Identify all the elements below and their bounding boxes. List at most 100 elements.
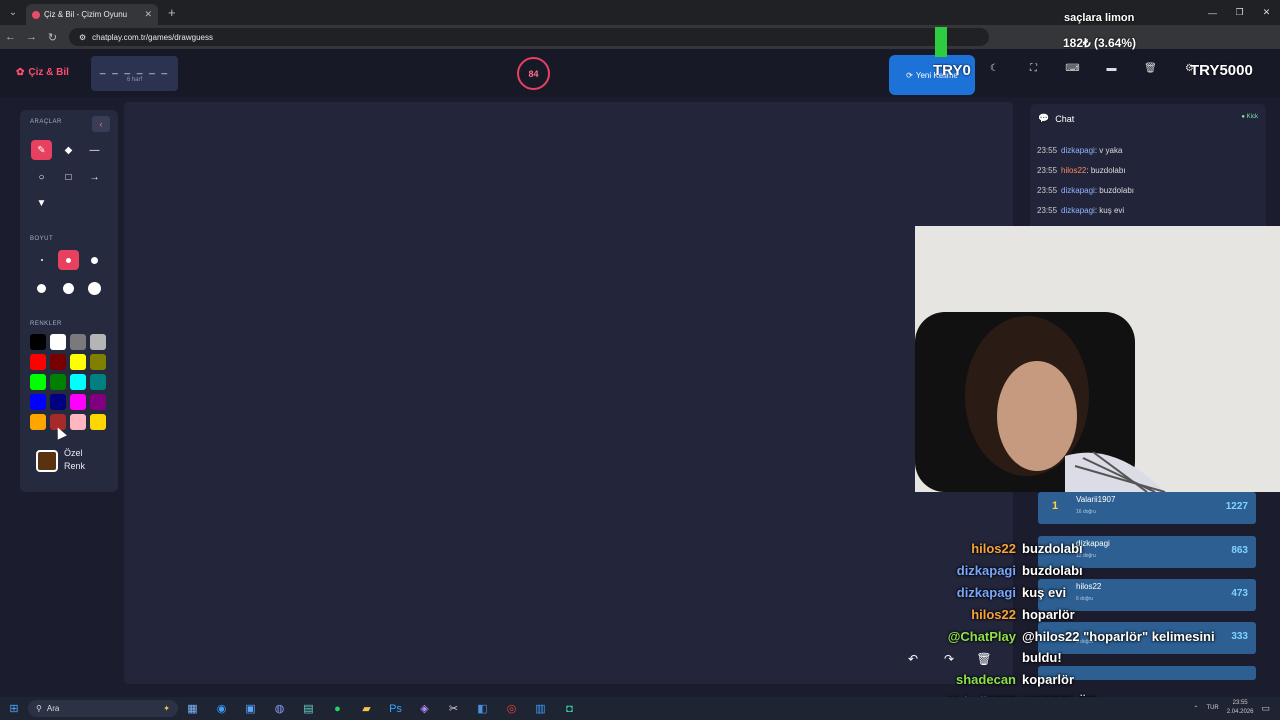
app-icon[interactable]: ◈: [410, 702, 439, 715]
color-swatch[interactable]: [30, 374, 46, 390]
size-xxl[interactable]: [84, 278, 105, 298]
taskbar-search[interactable]: ⚲ Ara ✦: [28, 700, 178, 717]
undo-icon[interactable]: ↶: [903, 650, 923, 668]
task-view-icon[interactable]: ▦: [178, 702, 207, 715]
color-swatch[interactable]: [70, 334, 86, 350]
tray-chevron-icon[interactable]: ⌃: [1193, 705, 1198, 712]
fill-bucket-tool[interactable]: ▼: [31, 193, 52, 213]
trash-icon[interactable]: 🗑: [1141, 63, 1160, 74]
color-swatch[interactable]: [90, 414, 106, 430]
brush-tool[interactable]: ✎: [31, 140, 52, 160]
color-swatch[interactable]: [70, 414, 86, 430]
chat-panel: 💬 Chat ● Kick 23:55 dizkapagi: v yaka 23:…: [1030, 104, 1266, 232]
copilot-icon: ✦: [163, 704, 170, 713]
chat-platform-badge: ● Kick: [1241, 114, 1258, 120]
photoshop-icon[interactable]: Ps: [381, 703, 410, 715]
palette-icon: ✿: [16, 67, 25, 78]
clock[interactable]: 23:55 2.04.2026: [1227, 699, 1254, 717]
color-swatch[interactable]: [70, 374, 86, 390]
terminal-icon[interactable]: ▤: [294, 702, 323, 715]
drawing-canvas[interactable]: [124, 102, 1013, 684]
folder-icon[interactable]: ▰: [352, 702, 381, 715]
color-swatch[interactable]: [50, 354, 66, 370]
browser-tab-active[interactable]: Çiz & Bil - Çizim Oyunu ✕: [26, 4, 158, 25]
color-swatch[interactable]: [70, 394, 86, 410]
color-swatch[interactable]: [50, 394, 66, 410]
stream-chat-user: hilos22: [971, 541, 1016, 556]
line-tool[interactable]: —: [84, 140, 105, 160]
size-s[interactable]: [58, 250, 79, 270]
site-info-icon[interactable]: ⚙: [79, 33, 86, 42]
color-swatch[interactable]: [70, 354, 86, 370]
app-logo[interactable]: ✿ Çiz & Bil: [16, 67, 69, 78]
close-tab-icon[interactable]: ✕: [144, 9, 152, 20]
keyboard-icon[interactable]: ⌨: [1063, 63, 1082, 74]
size-xl[interactable]: [58, 278, 79, 298]
forward-icon[interactable]: →: [21, 31, 42, 43]
store-icon[interactable]: ▣: [236, 702, 265, 715]
arrow-tool[interactable]: →: [84, 167, 105, 187]
stream-chat-user: hilos22: [971, 607, 1016, 622]
color-swatch[interactable]: [90, 354, 106, 370]
chrome-icon[interactable]: ◎: [497, 702, 526, 715]
app4-icon[interactable]: ◘: [555, 703, 584, 715]
start-icon[interactable]: ⊞: [0, 702, 28, 715]
color-swatch[interactable]: [30, 334, 46, 350]
color-swatch[interactable]: [30, 394, 46, 410]
notification-icon[interactable]: ▭: [1261, 703, 1270, 714]
spotify-icon[interactable]: ●: [323, 703, 352, 715]
rectangle-tool[interactable]: □: [58, 167, 79, 187]
color-swatch[interactable]: [90, 334, 106, 350]
header-toolbar: ☾ ⛶ ⌨ ▬ 🗑 ⚙: [985, 63, 1199, 74]
donation-amount: 182₺ (3.64%): [1063, 36, 1137, 50]
color-swatch[interactable]: [50, 334, 66, 350]
reload-icon[interactable]: ↻: [42, 31, 63, 44]
word-mask: _ _ _ _ _ _: [99, 64, 170, 75]
clock-date: 2.04.2026: [1226, 709, 1254, 715]
clear-canvas-icon[interactable]: 🗑: [974, 650, 994, 668]
eraser-tool[interactable]: ◆: [58, 140, 79, 160]
custom-color-button[interactable]: [36, 450, 58, 472]
new-tab-icon[interactable]: +: [168, 5, 176, 20]
tab-list-icon[interactable]: ⌄: [0, 0, 26, 25]
refresh-icon: ⟳: [906, 70, 913, 80]
color-swatch[interactable]: [30, 354, 46, 370]
logo-text: Çiz & Bil: [28, 67, 69, 78]
fullscreen-icon[interactable]: ⛶: [1024, 63, 1043, 74]
word-display: _ _ _ _ _ _ 6 harf: [91, 56, 178, 91]
discord-icon[interactable]: ◍: [265, 702, 294, 715]
circle-tool[interactable]: ○: [31, 167, 52, 187]
app3-icon[interactable]: ▥: [526, 702, 555, 715]
chat-header: 💬 Chat: [1038, 113, 1074, 124]
url-text: chatplay.com.tr/games/drawguess: [92, 32, 213, 42]
size-xs[interactable]: [31, 250, 52, 270]
color-swatch[interactable]: [90, 394, 106, 410]
custom-color-label[interactable]: Özel Renk: [64, 447, 85, 473]
stream-chat-text: @hilos22 "hoparlör" kelimesini: [1022, 629, 1215, 644]
back-icon[interactable]: ←: [0, 31, 21, 43]
stream-chat-text: kuş evi: [1022, 585, 1067, 600]
dark-mode-icon[interactable]: ☾: [985, 63, 1004, 74]
chat-message: 23:55 dizkapagi: buzdolabı: [1037, 186, 1134, 195]
collapse-panel-button[interactable]: ‹: [92, 116, 110, 132]
donation-progress-bar: [935, 27, 947, 57]
close-window-icon[interactable]: ✕: [1253, 7, 1280, 18]
redo-icon[interactable]: ↷: [939, 650, 959, 668]
chat-bubble-icon: 💬: [1038, 113, 1050, 123]
color-swatch[interactable]: [30, 414, 46, 430]
url-field[interactable]: ⚙ chatplay.com.tr/games/drawguess: [69, 28, 989, 46]
panel-icon[interactable]: ▬: [1102, 63, 1121, 74]
size-l[interactable]: [31, 278, 52, 298]
stream-chat-text: buldu!: [1022, 650, 1062, 665]
edge-icon[interactable]: ◉: [207, 702, 236, 715]
color-swatch[interactable]: [50, 374, 66, 390]
language-indicator[interactable]: TUR: [1206, 705, 1218, 711]
window-controls: — ❐ ✕: [1199, 0, 1280, 25]
capcut-icon[interactable]: ✂: [439, 702, 468, 715]
minimize-icon[interactable]: —: [1199, 8, 1226, 18]
stream-chat-user: shadecan: [956, 672, 1016, 687]
size-m[interactable]: [84, 250, 105, 270]
color-swatch[interactable]: [90, 374, 106, 390]
maximize-icon[interactable]: ❐: [1226, 7, 1253, 18]
app2-icon[interactable]: ◧: [468, 702, 497, 715]
